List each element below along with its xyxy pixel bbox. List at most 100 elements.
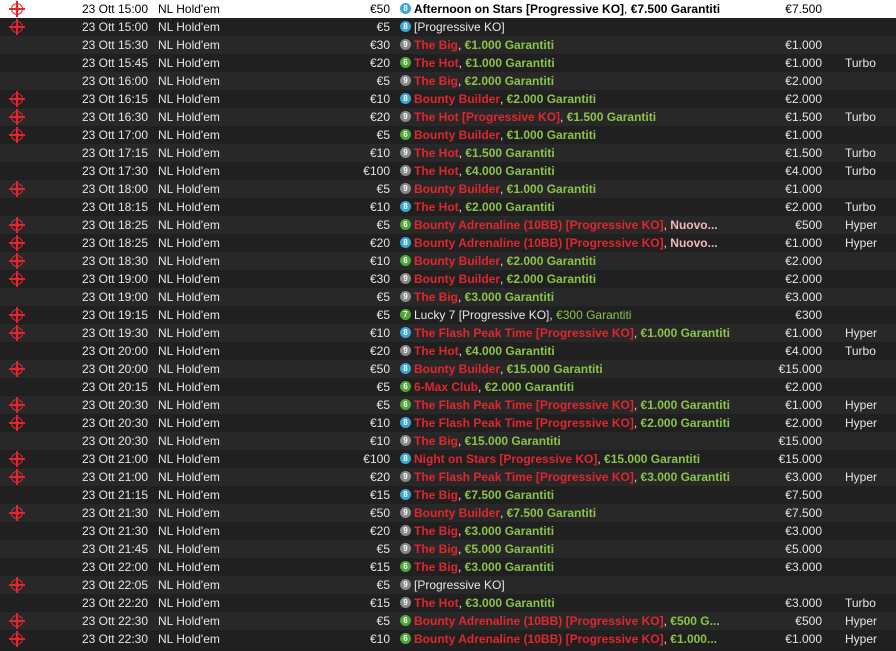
tournament-name-cell: 9 Bounty Builder, €1.000 Garantiti xyxy=(398,180,750,198)
table-size-badge: 8 xyxy=(400,237,411,249)
tournament-row[interactable]: 23 Ott 21:15 NL Hold'em €15 8 The Big, €7.50… xyxy=(0,486,896,504)
prize-pool xyxy=(730,576,822,594)
game-type: NL Hold'em xyxy=(158,416,220,430)
tournament-row[interactable]: 23 Ott 20:00 NL Hold'em €50 8 Bounty Builder… xyxy=(0,360,896,378)
buy-in: €20 xyxy=(369,110,390,124)
target-dot xyxy=(15,7,19,11)
guarantee: Nuovo... xyxy=(670,236,718,250)
tournament-name: Lucky 7 [Progressive KO] xyxy=(414,308,550,322)
speed xyxy=(845,576,895,594)
tournament-row[interactable]: 23 Ott 15:00 NL Hold'em €50 8 Afternoon on S… xyxy=(0,0,896,18)
speed: Hyper xyxy=(845,236,878,250)
tournament-name-cell: 6 6-Max Club, €2.000 Garantiti xyxy=(398,378,750,396)
tournament-row[interactable]: 23 Ott 19:00 NL Hold'em €5 9 The Big, €3.000… xyxy=(0,288,896,306)
tournament-row[interactable]: 23 Ott 17:15 NL Hold'em €10 9 The Hot, €1.50… xyxy=(0,144,896,162)
target-dot xyxy=(15,583,19,587)
table-size-badge: 8 xyxy=(400,201,411,213)
buy-in: €30 xyxy=(369,38,390,52)
tournament-name-cell: 6 Bounty Builder, €2.000 Garantiti xyxy=(398,252,750,270)
tournament-name: The Big xyxy=(414,542,458,556)
speed: Hyper xyxy=(845,398,878,412)
game-type: NL Hold'em xyxy=(158,632,220,646)
tournament-row[interactable]: 23 Ott 15:00 NL Hold'em €5 8 [Progressive KO… xyxy=(0,18,896,36)
game-type: NL Hold'em xyxy=(158,146,220,160)
tournament-row[interactable]: 23 Ott 21:30 NL Hold'em €20 9 The Big, €3.00… xyxy=(0,522,896,540)
tournament-row[interactable]: 23 Ott 22:05 NL Hold'em €5 9 [Progressive KO… xyxy=(0,576,896,594)
prize-pool: €7.500 xyxy=(785,506,822,520)
tournament-row[interactable]: 23 Ott 18:25 NL Hold'em €20 8 Bounty Adrenal… xyxy=(0,234,896,252)
speed: Turbo xyxy=(845,146,876,160)
start-datetime: 23 Ott 19:15 xyxy=(81,308,148,322)
speed xyxy=(845,126,895,144)
tournament-name: The Big xyxy=(414,38,458,52)
tournament-row[interactable]: 23 Ott 19:15 NL Hold'em €5 7 Lucky 7 [Progre… xyxy=(0,306,896,324)
tournament-row[interactable]: 23 Ott 21:00 NL Hold'em €100 8 Night on Star… xyxy=(0,450,896,468)
start-datetime: 23 Ott 18:30 xyxy=(81,254,148,268)
prize-pool: €1.500 xyxy=(785,110,822,124)
target-cell xyxy=(0,54,36,72)
game-type: NL Hold'em xyxy=(158,218,220,232)
tournament-row[interactable]: 23 Ott 22:20 NL Hold'em €15 9 The Hot, €3.00… xyxy=(0,594,896,612)
tournament-name-cell: 9 The Big, €15.000 Garantiti xyxy=(398,432,750,450)
game-type: NL Hold'em xyxy=(158,92,220,106)
tournament-row[interactable]: 23 Ott 19:30 NL Hold'em €10 8 The Flash Peak… xyxy=(0,324,896,342)
start-datetime: 23 Ott 15:45 xyxy=(81,56,148,70)
tournament-row[interactable]: 23 Ott 18:25 NL Hold'em €5 6 Bounty Adrenali… xyxy=(0,216,896,234)
tournament-list: 23 Ott 15:00 NL Hold'em €50 8 Afternoon on S… xyxy=(0,0,896,648)
target-cell xyxy=(0,414,36,432)
start-datetime: 23 Ott 17:00 xyxy=(81,128,148,142)
tournament-row[interactable]: 23 Ott 19:00 NL Hold'em €30 9 Bounty Builder… xyxy=(0,270,896,288)
target-cell xyxy=(0,558,36,576)
tournament-row[interactable]: 23 Ott 20:30 NL Hold'em €10 8 The Flash Peak… xyxy=(0,414,896,432)
tournament-row[interactable]: 23 Ott 21:00 NL Hold'em €20 9 The Flash Peak… xyxy=(0,468,896,486)
tournament-row[interactable]: 23 Ott 22:30 NL Hold'em €10 6 Bounty Adrenal… xyxy=(0,630,896,648)
buy-in: €10 xyxy=(369,632,390,646)
tournament-name-cell: 8 The Hot, €2.000 Garantiti xyxy=(398,198,750,216)
prize-pool: €300 xyxy=(795,308,822,322)
buy-in: €5 xyxy=(376,290,390,304)
guarantee: €1.500 Garantiti xyxy=(566,110,657,124)
tournament-row[interactable]: 23 Ott 15:45 NL Hold'em €20 6 The Hot, €1.00… xyxy=(0,54,896,72)
game-type: NL Hold'em xyxy=(158,614,220,628)
target-cell xyxy=(0,162,36,180)
target-dot xyxy=(15,187,19,191)
tournament-row[interactable]: 23 Ott 16:00 NL Hold'em €5 9 The Big, €2.000… xyxy=(0,72,896,90)
start-datetime: 23 Ott 17:15 xyxy=(81,146,148,160)
guarantee: €15.000 Garantiti xyxy=(506,362,603,376)
target-dot xyxy=(15,259,19,263)
tournament-row[interactable]: 23 Ott 20:30 NL Hold'em €5 6 The Flash Peak … xyxy=(0,396,896,414)
tournament-row[interactable]: 23 Ott 17:00 NL Hold'em €5 6 Bounty Builder,… xyxy=(0,126,896,144)
target-cell xyxy=(0,306,36,324)
separator: , xyxy=(633,326,641,340)
target-cell xyxy=(0,90,36,108)
start-datetime: 23 Ott 20:30 xyxy=(81,434,148,448)
tournament-row[interactable]: 23 Ott 18:15 NL Hold'em €10 8 The Hot, €2.00… xyxy=(0,198,896,216)
tournament-row[interactable]: 23 Ott 18:00 NL Hold'em €5 9 Bounty Builder,… xyxy=(0,180,896,198)
start-datetime: 23 Ott 22:00 xyxy=(81,560,148,574)
target-cell xyxy=(0,612,36,630)
tournament-row[interactable]: 23 Ott 20:15 NL Hold'em €5 6 6-Max Club, €2.… xyxy=(0,378,896,396)
tournament-row[interactable]: 23 Ott 20:00 NL Hold'em €20 9 The Hot, €4.00… xyxy=(0,342,896,360)
target-cell xyxy=(0,216,36,234)
table-size-badge: 6 xyxy=(400,633,411,645)
buy-in: €20 xyxy=(369,344,390,358)
target-dot xyxy=(15,637,19,641)
tournament-row[interactable]: 23 Ott 22:30 NL Hold'em €5 6 Bounty Adrenali… xyxy=(0,612,896,630)
tournament-row[interactable]: 23 Ott 21:30 NL Hold'em €50 9 Bounty Builder… xyxy=(0,504,896,522)
tournament-name-cell: 9 The Hot, €3.000 Garantiti xyxy=(398,594,750,612)
tournament-name: Bounty Builder xyxy=(414,182,500,196)
tournament-row[interactable]: 23 Ott 15:30 NL Hold'em €30 9 The Big, €1.00… xyxy=(0,36,896,54)
tournament-name: Bounty Adrenaline (10BB) [Progressive KO… xyxy=(414,236,664,250)
tournament-row[interactable]: 23 Ott 16:15 NL Hold'em €10 8 Bounty Builder… xyxy=(0,90,896,108)
prize-pool: €3.000 xyxy=(785,560,822,574)
tournament-row[interactable]: 23 Ott 16:30 NL Hold'em €20 9 The Hot [Progr… xyxy=(0,108,896,126)
guarantee: €1.000 Garantiti xyxy=(640,398,730,412)
target-cell xyxy=(0,18,36,36)
tournament-row[interactable]: 23 Ott 21:45 NL Hold'em €5 9 The Big, €5.000… xyxy=(0,540,896,558)
prize-pool: €4.000 xyxy=(785,344,822,358)
tournament-row[interactable]: 23 Ott 20:30 NL Hold'em €10 9 The Big, €15.0… xyxy=(0,432,896,450)
separator: , xyxy=(458,524,465,538)
tournament-row[interactable]: 23 Ott 22:00 NL Hold'em €15 6 The Big, €3.00… xyxy=(0,558,896,576)
tournament-row[interactable]: 23 Ott 17:30 NL Hold'em €100 9 The Hot, €4.0… xyxy=(0,162,896,180)
tournament-row[interactable]: 23 Ott 18:30 NL Hold'em €10 6 Bounty Builder… xyxy=(0,252,896,270)
